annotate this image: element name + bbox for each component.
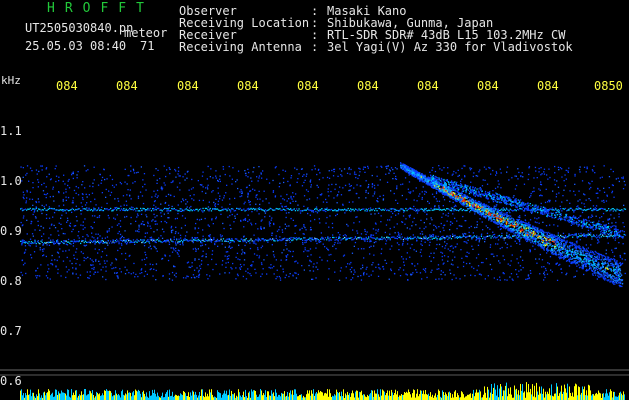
time-tick-label: 0850	[594, 79, 623, 93]
time-tick-label: 084	[177, 79, 199, 93]
spectrogram-signal	[20, 162, 627, 288]
time-tick-label: 084	[116, 79, 138, 93]
time-tick-label: 084	[357, 79, 379, 93]
y-tick-label: 1.1	[0, 124, 22, 138]
y-axis-ticks: 1.1 1.0 0.9 0.8 0.7 0.6	[0, 124, 22, 388]
y-tick-label: 0.6	[0, 374, 22, 388]
hrofft-spectrogram-window: HROFFT UT2505030840.pn meteor 25.05.03 0…	[0, 0, 629, 400]
y-axis-unit: kHz	[1, 74, 21, 87]
time-tick-label: 084	[297, 79, 319, 93]
amplitude-baseline-bars	[20, 382, 625, 400]
y-tick-label: 1.0	[0, 174, 22, 188]
spectrogram-plot: kHz 1.1 1.0 0.9 0.8 0.7 0.6 084 084 084 …	[0, 74, 629, 400]
time-tick-label: 084	[237, 79, 259, 93]
y-tick-label: 0.9	[0, 224, 22, 238]
time-tick-label: 084	[417, 79, 439, 93]
time-tick-label: 084	[56, 79, 78, 93]
time-tick-label: 084	[537, 79, 559, 93]
x-axis-time-labels: 084 084 084 084 084 084 084 084 084 0850	[56, 79, 623, 93]
time-tick-label: 084	[477, 79, 499, 93]
y-tick-label: 0.8	[0, 274, 22, 288]
y-tick-label: 0.7	[0, 324, 22, 338]
